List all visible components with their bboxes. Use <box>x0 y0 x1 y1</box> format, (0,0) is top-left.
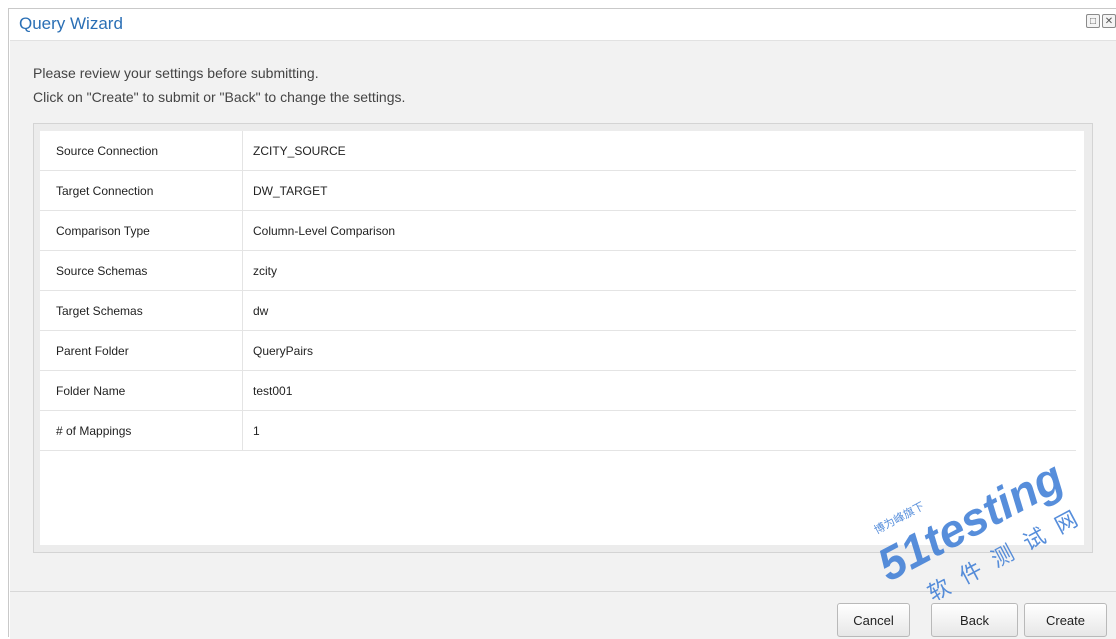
dialog-footer: Cancel Back Create <box>10 591 1116 639</box>
intro-text: Please review your settings before submi… <box>33 61 405 109</box>
row-value: DW_TARGET <box>242 170 1076 211</box>
table-row: Parent Folder QueryPairs <box>40 330 1076 371</box>
table-row: Folder Name test001 <box>40 370 1076 411</box>
window-controls: □ ✕ <box>1086 14 1116 28</box>
query-wizard-dialog: Query Wizard □ ✕ Please review your sett… <box>8 8 1116 639</box>
row-value: zcity <box>242 250 1076 291</box>
table-row: Target Schemas dw <box>40 290 1076 331</box>
row-label: # of Mappings <box>40 410 243 451</box>
row-label: Source Schemas <box>40 250 243 291</box>
close-icon[interactable]: ✕ <box>1102 14 1116 28</box>
wizard-content: Please review your settings before submi… <box>10 40 1116 591</box>
row-label: Comparison Type <box>40 210 243 251</box>
summary-table-area: Source Connection ZCITY_SOURCE Target Co… <box>40 131 1084 545</box>
row-value: Column-Level Comparison <box>242 210 1076 251</box>
title-bar: Query Wizard □ ✕ <box>9 9 1116 39</box>
row-label: Folder Name <box>40 370 243 411</box>
row-label: Source Connection <box>40 131 243 171</box>
restore-icon[interactable]: □ <box>1086 14 1100 28</box>
dialog-title: Query Wizard <box>19 14 123 33</box>
row-value: dw <box>242 290 1076 331</box>
table-row: Comparison Type Column-Level Comparison <box>40 210 1076 251</box>
summary-table: Source Connection ZCITY_SOURCE Target Co… <box>40 131 1076 451</box>
intro-line-2: Click on "Create" to submit or "Back" to… <box>33 89 406 105</box>
intro-line-1: Please review your settings before submi… <box>33 65 319 81</box>
create-button[interactable]: Create <box>1024 603 1107 637</box>
row-label: Target Connection <box>40 170 243 211</box>
table-row: Source Schemas zcity <box>40 250 1076 291</box>
table-row: Target Connection DW_TARGET <box>40 170 1076 211</box>
row-value: 1 <box>242 410 1076 451</box>
row-value: ZCITY_SOURCE <box>242 131 1076 171</box>
summary-panel: Source Connection ZCITY_SOURCE Target Co… <box>33 123 1093 553</box>
row-value: QueryPairs <box>242 330 1076 371</box>
table-row: # of Mappings 1 <box>40 410 1076 451</box>
row-value: test001 <box>242 370 1076 411</box>
table-row: Source Connection ZCITY_SOURCE <box>40 131 1076 171</box>
cancel-button[interactable]: Cancel <box>837 603 910 637</box>
row-label: Parent Folder <box>40 330 243 371</box>
row-label: Target Schemas <box>40 290 243 331</box>
back-button[interactable]: Back <box>931 603 1018 637</box>
